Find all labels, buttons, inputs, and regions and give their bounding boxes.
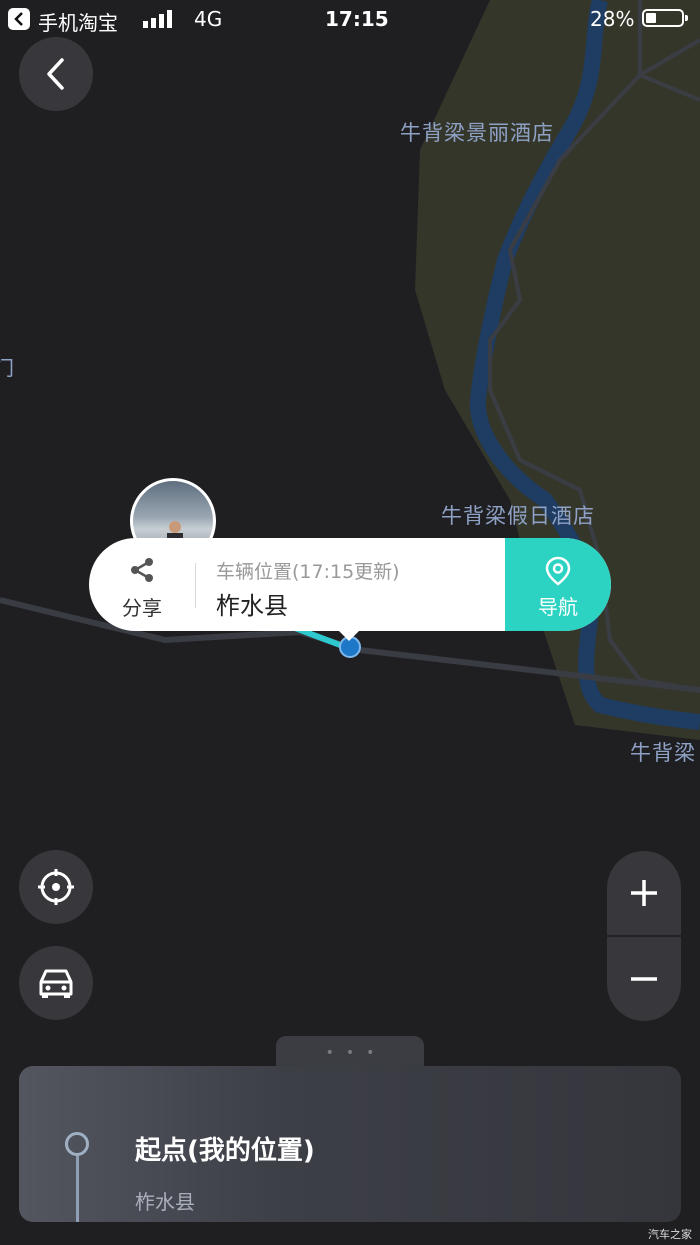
chevron-left-icon bbox=[14, 12, 23, 26]
battery-percent: 28% bbox=[590, 7, 635, 31]
poi-label-hotel-1[interactable]: 牛背梁景丽酒店 bbox=[400, 117, 554, 147]
popup-pointer bbox=[336, 628, 362, 641]
start-point-place: 柞水县 bbox=[135, 1190, 195, 1214]
route-line-indicator bbox=[76, 1156, 79, 1222]
poi-label-hotel-2[interactable]: 牛背梁假日酒店 bbox=[441, 500, 595, 530]
sheet-drag-handle[interactable]: ••• bbox=[276, 1036, 424, 1070]
svg-text:门: 门 bbox=[0, 356, 14, 380]
poi-label-edge[interactable]: 牛背梁 bbox=[630, 737, 696, 767]
zoom-control bbox=[607, 851, 681, 1021]
chevron-left-icon bbox=[47, 58, 64, 90]
popup-divider bbox=[195, 563, 196, 608]
start-point-icon bbox=[65, 1132, 89, 1156]
zoom-out-button[interactable] bbox=[607, 937, 681, 1021]
share-icon bbox=[131, 558, 153, 582]
start-point-title[interactable]: 起点(我的位置) bbox=[135, 1130, 315, 1167]
navigate-label: 导航 bbox=[538, 595, 578, 619]
crosshair-icon bbox=[38, 869, 74, 905]
plus-icon bbox=[631, 880, 657, 906]
watermark: 汽车之家 bbox=[648, 1228, 692, 1241]
car-icon bbox=[39, 969, 73, 998]
back-to-app-button[interactable] bbox=[8, 8, 30, 30]
battery-icon bbox=[642, 9, 688, 27]
share-label: 分享 bbox=[122, 596, 162, 620]
back-button[interactable] bbox=[19, 37, 93, 111]
share-button[interactable]: 分享 bbox=[119, 556, 165, 621]
handle-dots: ••• bbox=[325, 1045, 387, 1061]
signal-icon bbox=[143, 10, 172, 28]
vehicle-button[interactable] bbox=[19, 946, 93, 1020]
navigate-button[interactable]: 导航 bbox=[505, 538, 611, 631]
back-app-name[interactable]: 手机淘宝 bbox=[38, 7, 118, 36]
vehicle-location-popup: 分享 车辆位置(17:15更新) 柞水县 导航 bbox=[89, 538, 611, 631]
minus-icon bbox=[631, 977, 657, 981]
zoom-in-button[interactable] bbox=[607, 851, 681, 935]
location-pin-icon bbox=[545, 556, 571, 586]
status-bar: 手机淘宝 4G 17:15 28% bbox=[0, 0, 700, 40]
vehicle-location-title: 车辆位置(17:15更新) bbox=[216, 561, 400, 583]
locate-me-button[interactable] bbox=[19, 850, 93, 924]
clock: 17:15 bbox=[325, 7, 389, 31]
network-type: 4G bbox=[194, 7, 223, 31]
route-bottom-sheet: 起点(我的位置) 柞水县 bbox=[19, 1066, 681, 1222]
vehicle-location-place: 柞水县 bbox=[216, 592, 288, 620]
